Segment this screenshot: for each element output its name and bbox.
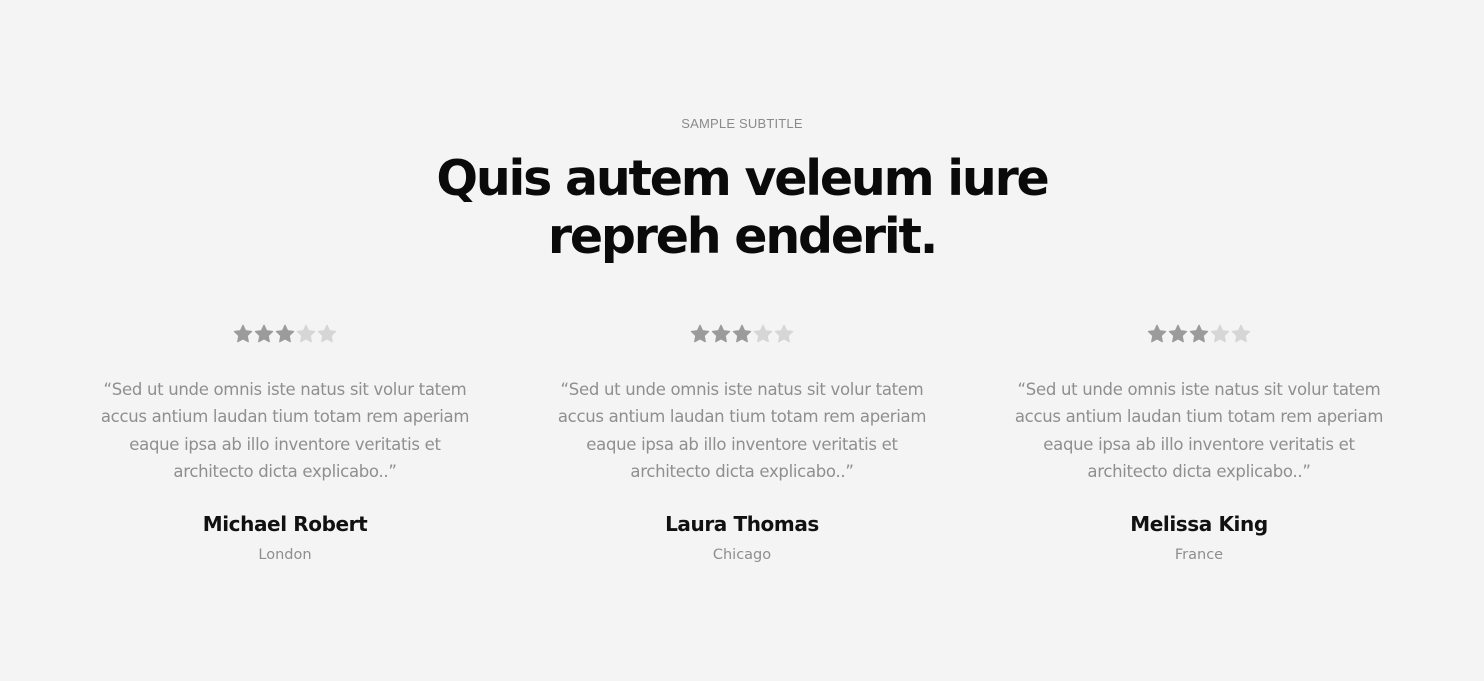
star-empty-icon	[753, 324, 773, 344]
testimonial-author-location: France	[1174, 547, 1224, 564]
star-filled-icon	[1168, 324, 1188, 344]
testimonial-author-name: Laura Thomas	[665, 512, 819, 537]
testimonial-card: “Sed ut unde omnis iste natus sit volur …	[552, 324, 932, 565]
testimonial-author-location: London	[258, 547, 312, 564]
star-filled-icon	[732, 324, 752, 344]
testimonials-section: SAMPLE SUBTITLE Quis autem veleum iure r…	[0, 0, 1484, 681]
testimonial-card: “Sed ut unde omnis iste natus sit volur …	[1009, 324, 1389, 565]
section-headline: Quis autem veleum iure repreh enderit.	[0, 150, 1484, 266]
star-empty-icon	[1231, 324, 1251, 344]
star-empty-icon	[296, 324, 316, 344]
testimonial-quote: “Sed ut unde omnis iste natus sit volur …	[100, 380, 470, 481]
star-rating	[552, 324, 932, 352]
star-rating	[1009, 324, 1389, 352]
star-filled-icon	[711, 324, 731, 344]
star-empty-icon	[1210, 324, 1230, 344]
section-subtitle: SAMPLE SUBTITLE	[681, 116, 803, 131]
testimonial-card: “Sed ut unde omnis iste natus sit volur …	[95, 324, 475, 565]
headline-line-1: Quis autem veleum iure	[436, 150, 1049, 207]
headline-line-2: repreh enderit.	[547, 208, 938, 265]
testimonial-quote: “Sed ut unde omnis iste natus sit volur …	[1014, 380, 1384, 481]
star-rating	[95, 324, 475, 352]
star-filled-icon	[275, 324, 295, 344]
testimonial-author-name: Michael Robert	[202, 512, 368, 537]
star-filled-icon	[254, 324, 274, 344]
star-empty-icon	[774, 324, 794, 344]
star-empty-icon	[317, 324, 337, 344]
star-filled-icon	[1147, 324, 1167, 344]
testimonial-author-name: Melissa King	[1130, 512, 1268, 537]
star-filled-icon	[690, 324, 710, 344]
star-filled-icon	[233, 324, 253, 344]
star-filled-icon	[1189, 324, 1209, 344]
testimonial-author-location: Chicago	[712, 547, 772, 564]
testimonial-quote: “Sed ut unde omnis iste natus sit volur …	[557, 380, 927, 481]
